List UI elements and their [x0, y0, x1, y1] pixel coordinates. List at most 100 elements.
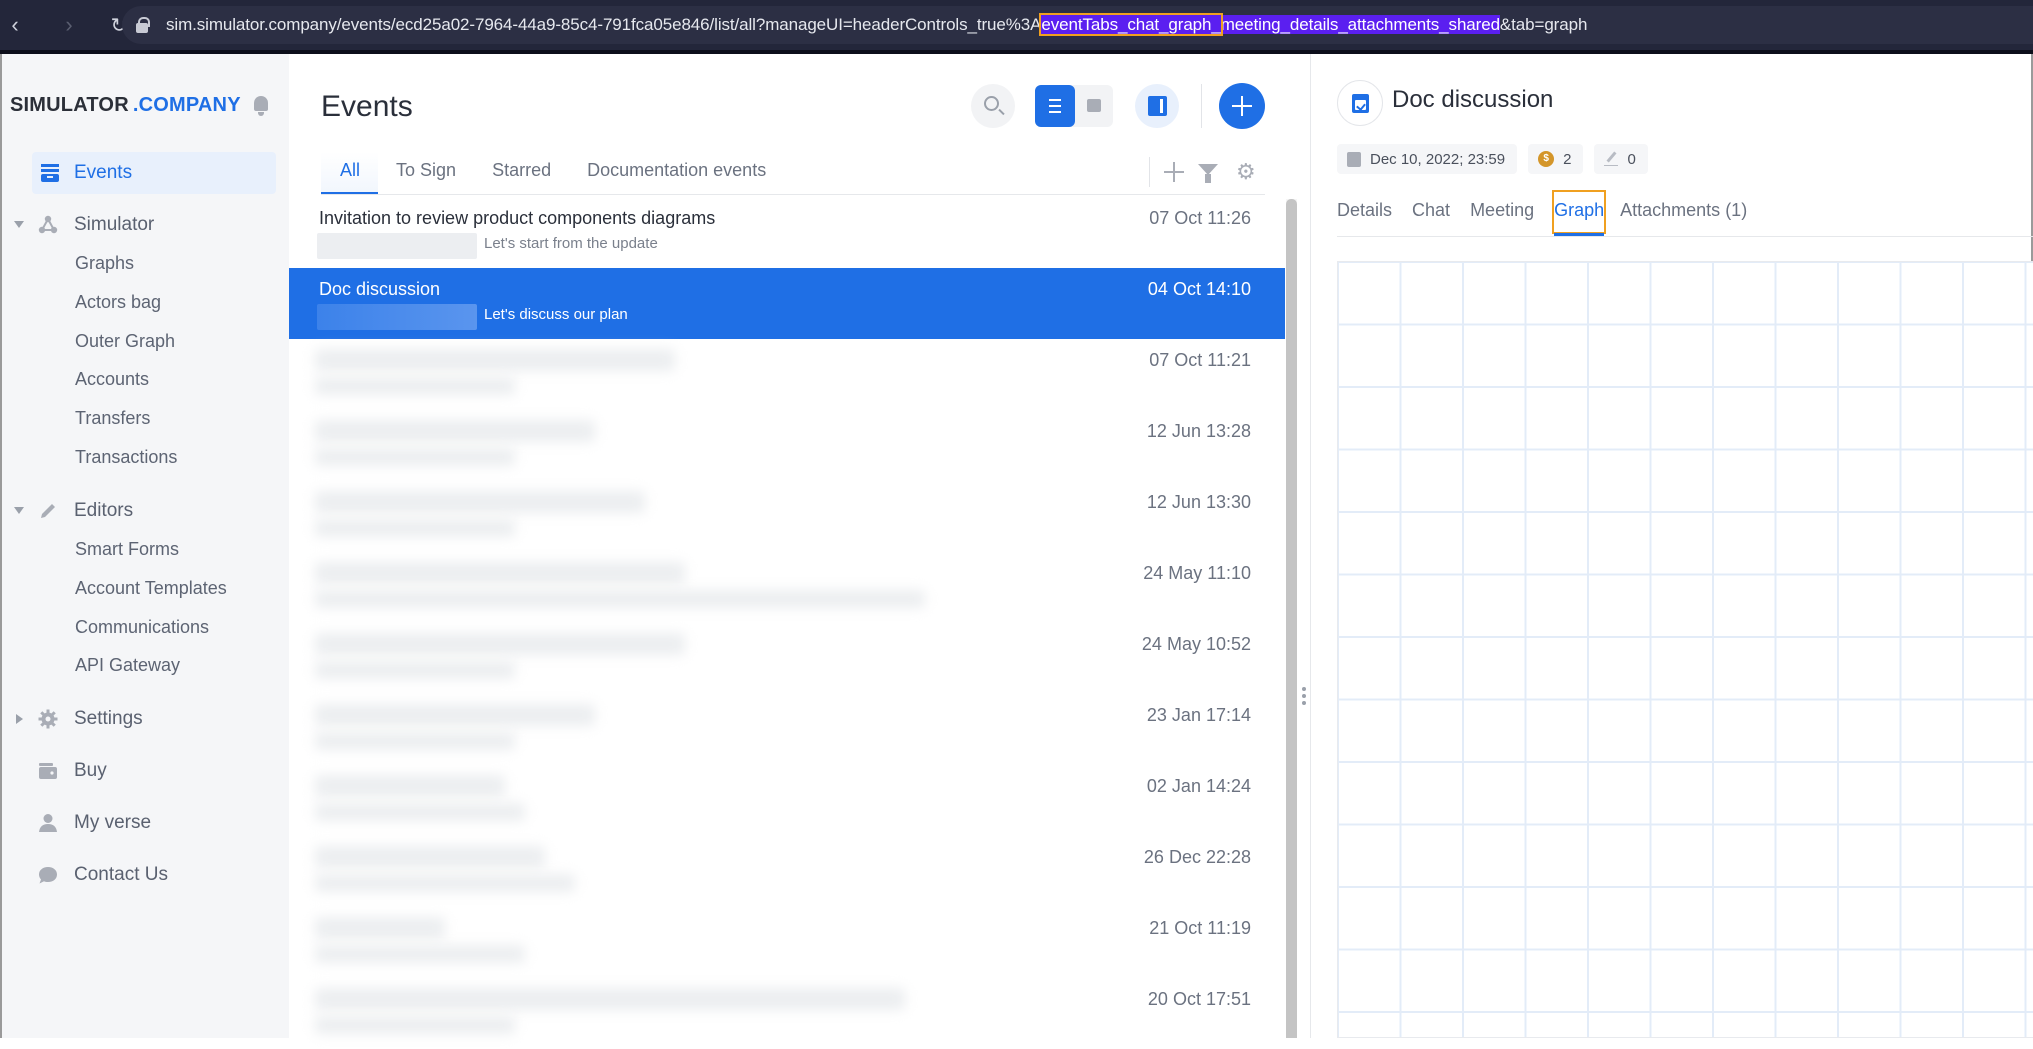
sidebar-subitem-actors-bag[interactable]: Actors bag: [75, 292, 161, 313]
event-row[interactable]: 02 Jan 14:24: [289, 765, 1285, 836]
list-view-button[interactable]: [1035, 85, 1075, 127]
gear-icon: [38, 709, 58, 729]
event-row[interactable]: 24 May 10:52: [289, 623, 1285, 694]
event-row[interactable]: Invitation to review product components …: [289, 197, 1285, 268]
chevron-right-icon[interactable]: [16, 714, 23, 724]
sidebar-item-buy[interactable]: Buy: [32, 750, 276, 792]
event-date: 24 May 11:10: [1143, 563, 1251, 583]
tab-all[interactable]: All: [321, 152, 379, 194]
sidebar-subitem-transactions[interactable]: Transactions: [75, 447, 177, 468]
blurred-title: [315, 775, 505, 797]
events-rows: Invitation to review product components …: [289, 197, 1285, 1049]
signatures-chip[interactable]: 0: [1594, 144, 1648, 174]
detail-tabs-underline: [1337, 236, 2033, 237]
scrollbar-thumb[interactable]: [1286, 199, 1297, 1038]
event-row[interactable]: 26 Dec 22:28: [289, 836, 1285, 907]
signature-pen-icon: [1604, 152, 1619, 166]
events-list-panel: Events All To Sign Starred Documentation…: [289, 54, 1297, 1038]
blurred-title: [315, 420, 595, 442]
panel-resize-handle[interactable]: [1297, 54, 1311, 1038]
sidebar-subitem-api-gateway[interactable]: API Gateway: [75, 655, 180, 676]
back-icon[interactable]: ‹: [0, 10, 30, 40]
sidebar-subitem-accounts[interactable]: Accounts: [75, 369, 149, 390]
sidebar-item-label: Simulator: [74, 214, 155, 235]
event-date: 07 Oct 11:26: [1149, 208, 1251, 228]
tab-details[interactable]: Details: [1337, 188, 1392, 236]
blurred-avatar-name: [317, 304, 477, 330]
event-date: 07 Oct 11:21: [1149, 350, 1251, 370]
event-subtitle: Let's discuss our plan: [484, 306, 628, 323]
drag-handle-icon[interactable]: [1302, 687, 1306, 708]
coin-count: 2: [1563, 150, 1572, 168]
events-icon: [41, 164, 59, 182]
blurred-title: [315, 917, 445, 939]
tabs-underline: [321, 194, 1265, 195]
event-row[interactable]: 12 Jun 13:30: [289, 481, 1285, 552]
tab-starred[interactable]: Starred: [474, 152, 569, 194]
event-row[interactable]: 07 Oct 11:21: [289, 339, 1285, 410]
tab-meeting[interactable]: Meeting: [1470, 188, 1534, 236]
tools-divider: [1149, 157, 1150, 187]
event-row[interactable]: 12 Jun 13:28: [289, 410, 1285, 481]
tab-to-sign[interactable]: To Sign: [378, 152, 474, 194]
detail-tabs: Details Chat Meeting Graph Attachments (…: [1337, 188, 1767, 236]
url-text[interactable]: sim.simulator.company/events/ecd25a02-79…: [166, 13, 1587, 36]
event-date: 20 Oct 17:51: [1147, 989, 1251, 1009]
blurred-subtitle: [315, 590, 925, 608]
sidebar-subitem-graphs[interactable]: Graphs: [75, 253, 134, 274]
url-highlight-boxed: eventTabs_chat_graph_: [1039, 13, 1223, 36]
filter-icon[interactable]: [1198, 163, 1218, 183]
event-row[interactable]: 20 Oct 17:51: [289, 978, 1285, 1049]
chevron-down-icon[interactable]: [14, 221, 24, 228]
add-tab-icon[interactable]: [1164, 162, 1184, 182]
list-icon-line: [1049, 99, 1061, 101]
brand-logo[interactable]: SIMULATOR .COMPANY: [10, 94, 241, 117]
blurred-subtitle: [315, 874, 575, 892]
event-detail-panel: Doc discussion Dec 10, 2022; 23:59 $ 2 0…: [1311, 54, 2033, 1038]
blurred-title: [315, 988, 905, 1010]
forward-icon[interactable]: ›: [54, 10, 84, 40]
sidebar-item-events[interactable]: Events: [32, 152, 276, 194]
toggle-panel-button[interactable]: [1135, 84, 1179, 128]
sidebar-item-my-verse[interactable]: My verse: [32, 802, 276, 844]
tab-chat[interactable]: Chat: [1412, 188, 1450, 236]
tab-documentation-events[interactable]: Documentation events: [569, 152, 784, 194]
card-view-icon[interactable]: [1087, 99, 1101, 112]
graph-canvas[interactable]: [1337, 261, 2033, 1038]
tab-graph[interactable]: Graph: [1550, 188, 1608, 236]
sidebar-subitem-account-templates[interactable]: Account Templates: [75, 578, 227, 599]
event-row[interactable]: 21 Oct 11:19: [289, 907, 1285, 978]
event-detail-title: Doc discussion: [1392, 86, 1554, 113]
calendar-icon: [1347, 151, 1361, 167]
event-row-selected[interactable]: Doc discussion 04 Oct 14:10 Let's discus…: [289, 268, 1285, 339]
blurred-avatar-name: [317, 233, 477, 259]
search-button[interactable]: [971, 84, 1015, 128]
tab-attachments[interactable]: Attachments (1): [1620, 188, 1747, 236]
due-date-chip[interactable]: Dec 10, 2022; 23:59: [1337, 144, 1518, 174]
event-row[interactable]: 24 May 11:10: [289, 552, 1285, 623]
event-row[interactable]: 23 Jan 17:14: [289, 694, 1285, 765]
blurred-title: [315, 704, 595, 726]
due-date-value: Dec 10, 2022; 23:59: [1370, 150, 1506, 168]
sidebar-item-simulator[interactable]: Simulator: [14, 204, 276, 246]
settings-gear-icon[interactable]: ⚙: [1236, 161, 1256, 183]
sidebar-subitem-smart-forms[interactable]: Smart Forms: [75, 539, 179, 560]
sidebar-item-label: Buy: [74, 760, 107, 781]
chevron-down-icon[interactable]: [14, 507, 24, 514]
sidebar-subitem-outer-graph[interactable]: Outer Graph: [75, 331, 175, 352]
sidebar-item-label: My verse: [74, 812, 152, 833]
add-event-button[interactable]: [1219, 83, 1265, 129]
coins-chip[interactable]: $ 2: [1528, 144, 1584, 174]
list-scrollbar[interactable]: [1286, 199, 1297, 1038]
url-prefix: sim.simulator.company/events/ecd25a02-79…: [166, 15, 1042, 34]
panel-icon: [1148, 96, 1167, 116]
sidebar-item-contact-us[interactable]: Contact Us: [32, 854, 276, 896]
sidebar-item-editors[interactable]: Editors: [14, 490, 276, 532]
blurred-subtitle: [315, 945, 525, 963]
bell-icon[interactable]: [252, 96, 270, 116]
simulator-icon: [38, 215, 58, 234]
sidebar-subitem-transfers[interactable]: Transfers: [75, 408, 150, 429]
sidebar-subitem-communications[interactable]: Communications: [75, 617, 209, 638]
sidebar-item-settings[interactable]: Settings: [16, 698, 276, 740]
address-bar[interactable]: sim.simulator.company/events/ecd25a02-79…: [122, 6, 2033, 44]
